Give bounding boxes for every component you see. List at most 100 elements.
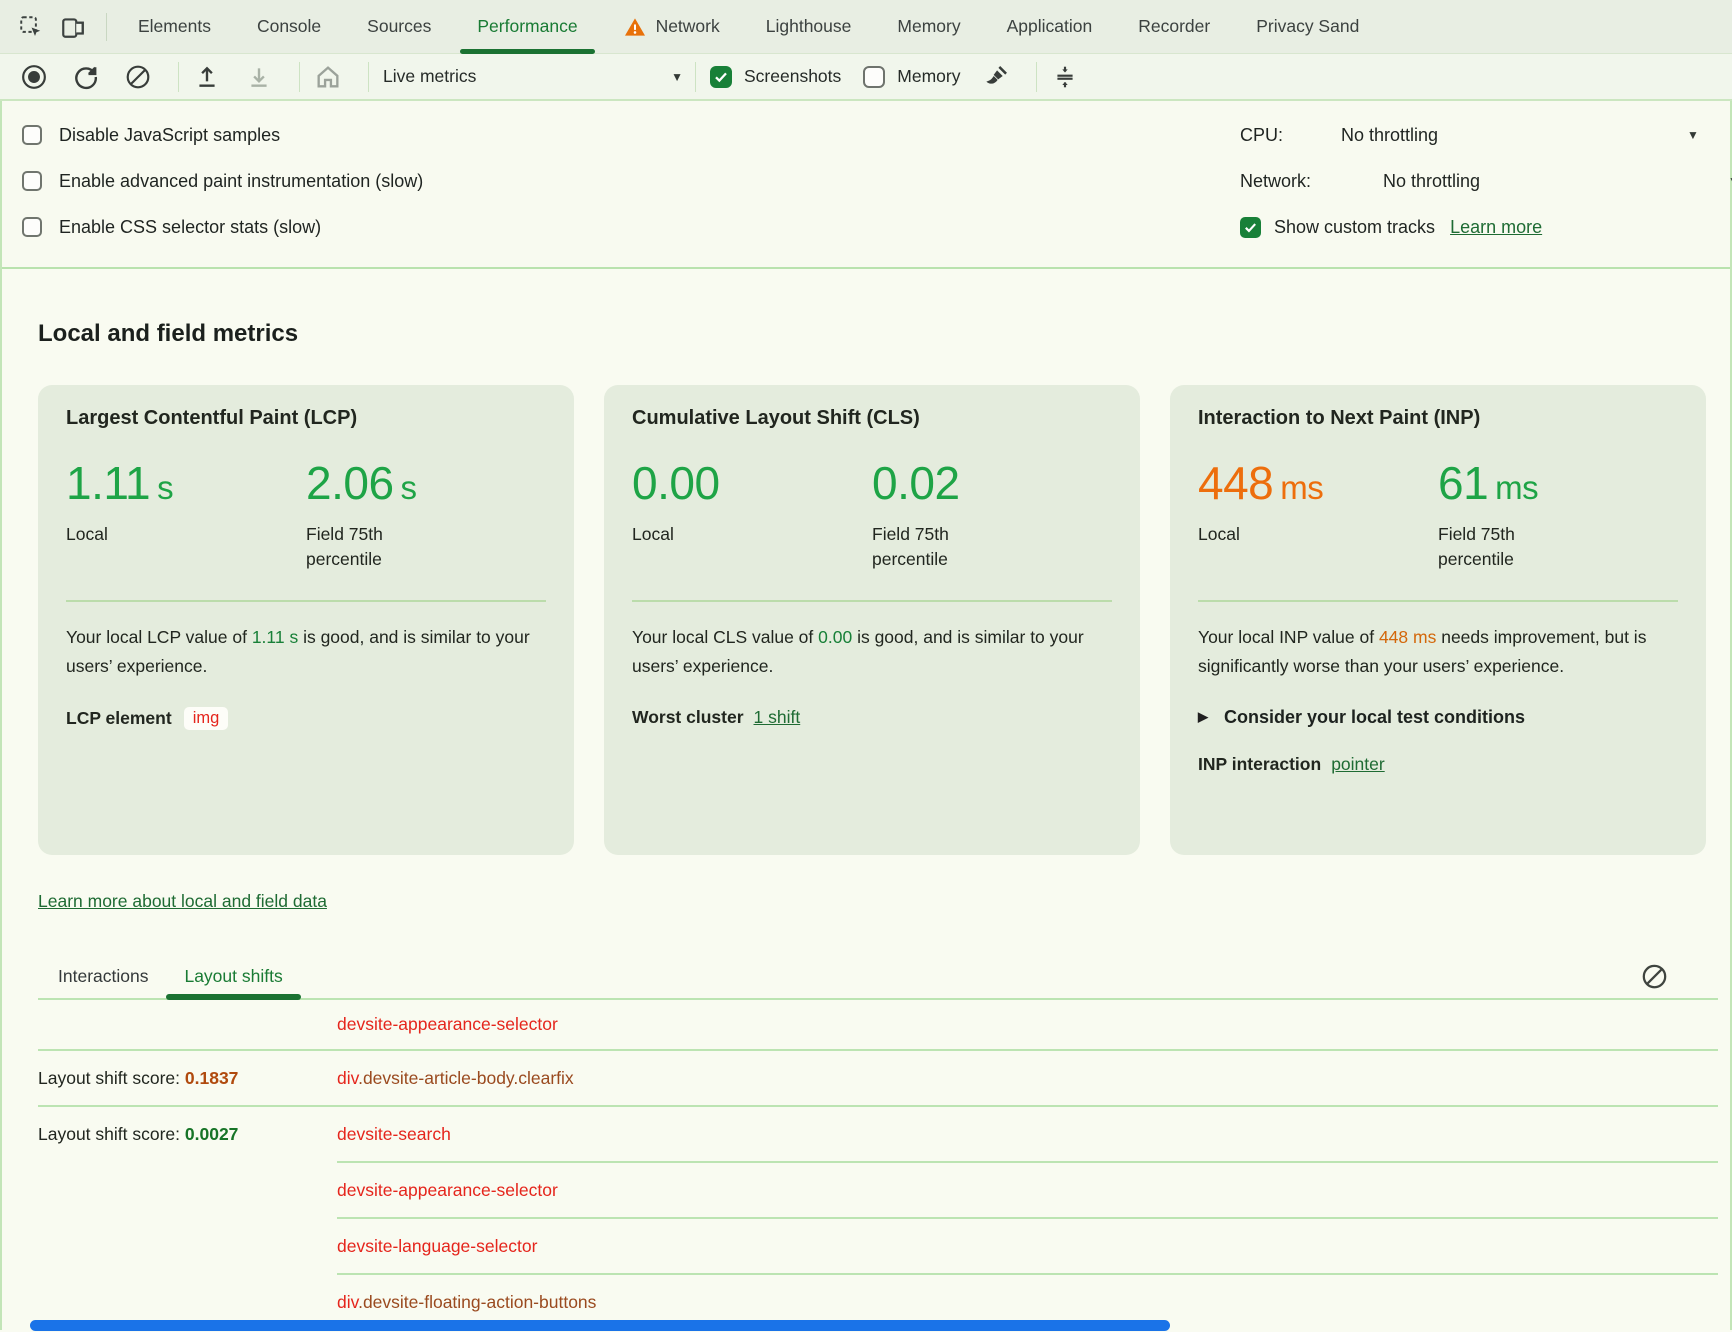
lcp-element-row: LCP element img	[66, 707, 546, 730]
upload-icon	[194, 64, 220, 90]
advanced-paint-row[interactable]: Enable advanced paint instrumentation (s…	[22, 158, 423, 204]
tab-interactions[interactable]: Interactions	[40, 966, 166, 998]
element-name: devsite-search	[337, 1124, 451, 1144]
panel-tabs: Elements Console Sources Performance Net…	[115, 0, 1382, 53]
cls-card-title: Cumulative Layout Shift (CLS)	[632, 407, 1112, 430]
toolbar-separator	[695, 62, 696, 92]
score-cell: Layout shift score: 0.1837	[38, 1068, 337, 1089]
tab-recorder[interactable]: Recorder	[1115, 0, 1233, 53]
tab-elements[interactable]: Elements	[115, 0, 234, 53]
custom-tracks-learn-more-link[interactable]: Learn more	[1450, 217, 1542, 238]
card-divider	[632, 600, 1112, 602]
back-to-live-metrics-button[interactable]	[314, 63, 342, 91]
lcp-field-value: 2.06s	[306, 456, 546, 515]
tab-memory[interactable]: Memory	[874, 0, 983, 53]
memory-checkbox-row[interactable]: Memory	[863, 66, 960, 88]
disable-js-samples-checkbox[interactable]	[22, 125, 42, 145]
lcp-values: 1.11s Local 2.06s Field 75th percentile	[66, 456, 546, 573]
chevron-down-icon[interactable]: ▼	[1728, 174, 1732, 188]
score-cell: Layout shift score: 0.0027	[38, 1124, 337, 1145]
tab-label: Recorder	[1138, 16, 1210, 37]
layout-shift-row[interactable]: devsite-language-selector	[38, 1219, 1718, 1273]
network-throttling-select[interactable]: No throttling	[1383, 171, 1480, 192]
cls-local-block: 0.00 Local	[632, 456, 872, 573]
memory-checkbox[interactable]	[863, 66, 885, 88]
reload-and-record-button[interactable]	[72, 63, 100, 91]
collapse-icon	[1052, 64, 1078, 90]
tab-layout-shifts[interactable]: Layout shifts	[166, 966, 300, 998]
lcp-element-node-link[interactable]: img	[184, 707, 229, 730]
score-value: 0.0027	[185, 1124, 239, 1144]
local-and-field-metrics-heading: Local and field metrics	[38, 269, 1706, 348]
tab-sources[interactable]: Sources	[344, 0, 454, 53]
disable-js-samples-row[interactable]: Disable JavaScript samples	[22, 112, 423, 158]
layout-shift-row[interactable]: Layout shift score: 0.1837 div.devsite-a…	[38, 1051, 1718, 1105]
tab-label: Interactions	[58, 966, 148, 986]
triangle-right-icon: ▶	[1198, 709, 1208, 725]
worst-cluster-label: Worst cluster	[632, 707, 744, 728]
gc-button[interactable]	[982, 63, 1010, 91]
element-tag: div	[337, 1292, 358, 1312]
screenshots-label: Screenshots	[744, 66, 841, 87]
screenshots-checkbox-row[interactable]: Screenshots	[710, 66, 841, 88]
worst-cluster-link[interactable]: 1 shift	[754, 707, 801, 728]
history-dropdown[interactable]: Live metrics ▼	[383, 66, 683, 87]
record-button[interactable]	[20, 63, 48, 91]
element-node-link[interactable]: div.devsite-article-body.clearfix	[337, 1068, 574, 1089]
desc-value: 0.00	[818, 627, 852, 647]
horizontal-scrollbar-thumb[interactable]	[30, 1320, 1170, 1331]
local-field-data-learn-more-link[interactable]: Learn more about local and field data	[38, 891, 327, 911]
css-selector-stats-checkbox[interactable]	[22, 217, 42, 237]
inp-field-block: 61ms Field 75th percentile	[1438, 456, 1678, 573]
layout-shift-row[interactable]: devsite-appearance-selector	[38, 1163, 1718, 1217]
chevron-down-icon[interactable]: ▼	[1687, 128, 1699, 142]
cls-worst-cluster-row: Worst cluster 1 shift	[632, 707, 1112, 728]
tab-privacy-sandbox[interactable]: Privacy Sand	[1233, 0, 1382, 53]
element-node-link[interactable]: div.devsite-floating-action-buttons	[337, 1292, 596, 1313]
block-icon	[125, 64, 151, 90]
clear-button[interactable]	[124, 63, 152, 91]
load-profile-button[interactable]	[193, 63, 221, 91]
element-node-link[interactable]: devsite-language-selector	[337, 1236, 537, 1257]
value: 1.11	[66, 457, 150, 509]
layout-shift-row[interactable]: Layout shift score: 0.0027 devsite-searc…	[38, 1107, 1718, 1161]
lcp-card: Largest Contentful Paint (LCP) 1.11s Loc…	[38, 385, 574, 855]
clear-log-button[interactable]	[1641, 963, 1668, 990]
cls-field-label: Field 75th percentile	[872, 522, 1012, 573]
card-divider	[1198, 600, 1678, 602]
tabbar-separator	[106, 13, 107, 41]
screenshots-checkbox[interactable]	[710, 66, 732, 88]
element-node-link[interactable]: devsite-appearance-selector	[337, 1180, 558, 1201]
card-divider	[66, 600, 546, 602]
tab-performance[interactable]: Performance	[454, 0, 600, 53]
lcp-field-label: Field 75th percentile	[306, 522, 446, 573]
show-custom-tracks-checkbox[interactable]	[1240, 217, 1261, 238]
devtools-tabbar: Elements Console Sources Performance Net…	[0, 0, 1732, 54]
layout-shifts-table: devsite-appearance-selector Layout shift…	[38, 1000, 1718, 1329]
css-selector-stats-row[interactable]: Enable CSS selector stats (slow)	[22, 204, 423, 250]
element-node-link[interactable]: devsite-appearance-selector	[337, 1014, 558, 1035]
advanced-paint-checkbox[interactable]	[22, 171, 42, 191]
layout-shift-row[interactable]: devsite-appearance-selector	[38, 1000, 1718, 1049]
inp-local-block: 448ms Local	[1198, 456, 1438, 573]
tab-console[interactable]: Console	[234, 0, 344, 53]
capture-settings-checkboxes: Disable JavaScript samples Enable advanc…	[22, 112, 423, 250]
inp-card: Interaction to Next Paint (INP) 448ms Lo…	[1170, 385, 1706, 855]
inspect-element-button[interactable]	[14, 10, 48, 44]
score-label: Layout shift score:	[38, 1124, 185, 1144]
collapse-sections-button[interactable]	[1051, 63, 1079, 91]
save-profile-button[interactable]	[245, 63, 273, 91]
tab-network[interactable]: Network	[601, 0, 743, 53]
consider-local-conditions-disclosure[interactable]: ▶ Consider your local test conditions	[1198, 707, 1678, 728]
value: 448	[1198, 457, 1273, 509]
tab-application[interactable]: Application	[984, 0, 1116, 53]
cpu-throttling-select[interactable]: No throttling	[1341, 125, 1438, 146]
tab-lighthouse[interactable]: Lighthouse	[743, 0, 875, 53]
element-node-link[interactable]: devsite-search	[337, 1124, 451, 1145]
reload-icon	[73, 64, 99, 90]
tab-label: Layout shifts	[184, 966, 282, 986]
desc-prefix: Your local INP value of	[1198, 627, 1379, 647]
inp-values: 448ms Local 61ms Field 75th percentile	[1198, 456, 1678, 573]
toggle-device-toolbar-button[interactable]	[56, 10, 90, 44]
inp-interaction-link[interactable]: pointer	[1331, 754, 1385, 775]
